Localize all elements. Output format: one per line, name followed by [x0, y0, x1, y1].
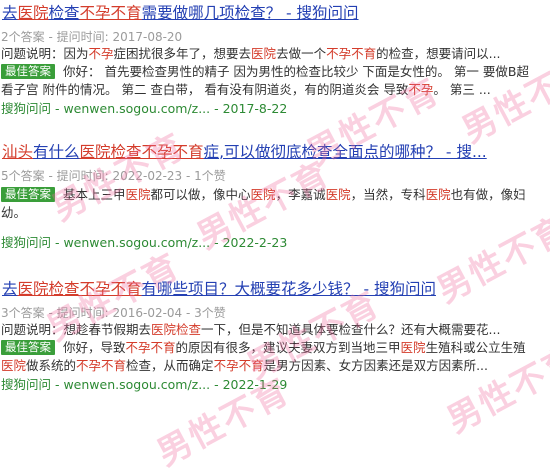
snippet-text: 检查，从而确定	[126, 358, 214, 373]
highlighted-keyword: 医院	[425, 187, 451, 202]
snippet-text: 基本上三甲	[63, 187, 126, 202]
highlighted-keyword: 医院	[17, 4, 49, 22]
result-item: 去医院检查不孕不育有哪些项目？大概要花多少钱？ - 搜狗问问 3个答案 - 提问…	[0, 276, 550, 436]
highlighted-keyword: 不孕不育	[79, 4, 142, 22]
snippet-text: 幼。	[1, 205, 27, 220]
snippet-text: 去做一个	[276, 46, 327, 61]
answer-text: 你好，导致不孕不育的原因有很多，建议夫妻双方到当地三甲医院生殖科或公立生殖	[63, 340, 526, 355]
title-text: ,可以做彻底检查全面点的哪种？ - 搜...	[219, 143, 487, 161]
title-text: 有哪些项目？大概要花多少钱？ - 搜狗问问	[141, 280, 436, 298]
snippet-text: 做系统的	[26, 358, 77, 373]
snippet-text: 问题说明：因为	[1, 46, 89, 61]
highlighted-keyword: 医院	[1, 358, 27, 373]
best-answer-line: 最佳答案 基本上三甲医院都可以做，像中心医院，李嘉诚医院，当然，专科医院也有做，像…	[0, 186, 550, 204]
highlighted-keyword: 医院	[325, 187, 351, 202]
best-answer-line: 最佳答案 你好，导致不孕不育的原因有很多，建议夫妻双方到当地三甲医院生殖科或公立生…	[0, 339, 550, 357]
snippet-text: 症困扰很多年了，想要去	[113, 46, 252, 61]
best-answer-badge: 最佳答案	[1, 64, 55, 79]
highlighted-keyword: 不孕不育	[76, 358, 127, 373]
best-answer-badge: 最佳答案	[1, 340, 55, 355]
highlighted-keyword: 医院检查不孕不育	[17, 280, 142, 298]
snippet-text: 的原因有很多，建议夫妻双方到当地三甲	[175, 340, 401, 355]
title-text: 去	[2, 280, 18, 298]
highlighted-keyword: 医院	[125, 187, 151, 202]
highlighted-keyword: 不孕	[408, 82, 434, 97]
answer-text-continued: 看子宫 附件的情况。 第二 查白带， 看有没有阴道炎，有的阴道炎会 导致不孕。 …	[0, 81, 550, 99]
snippet-text: 问题说明：想趁春节假期去	[1, 322, 152, 337]
snippet-text: 也有做，像妇	[450, 187, 526, 202]
highlighted-keyword: 医院	[400, 340, 426, 355]
question-description: 问题说明：想趁春节假期去医院检查一下，但是不知道具体要检查什么？还有大概需要花.…	[0, 321, 550, 339]
title-text: 需要做哪几项检查？ - 搜狗问问	[141, 4, 359, 22]
title-text: 有什么	[33, 143, 80, 161]
highlighted-keyword: 不孕不育	[326, 46, 377, 61]
result-title-link[interactable]: 去医院检查不孕不育需要做哪几项检查？ - 搜狗问问	[0, 0, 550, 23]
highlighted-keyword: 医院	[251, 46, 277, 61]
snippet-text: ，李嘉诚	[275, 187, 326, 202]
snippet-text: 看子宫 附件的情况。 第二 查白带， 看有没有阴道炎，有的阴道炎会 导致	[1, 82, 409, 97]
best-answer-badge: 最佳答案	[1, 187, 55, 202]
answer-text: 你好： 首先要检查男性的精子 因为男性的检查比较少 下面是女性的。 第一 要做B…	[63, 64, 529, 79]
result-source-link[interactable]: 搜狗问问 - wenwen.sogou.com/z... - 2022-1-29	[0, 376, 550, 394]
snippet-text: 的检查，想要请问以...	[376, 46, 501, 61]
result-item: 汕头有什么医院检查不孕不育症,可以做彻底检查全面点的哪种？ - 搜... 5个答…	[0, 139, 550, 276]
answer-text-continued: 幼。	[0, 204, 550, 222]
highlighted-keyword: 不孕不育	[213, 358, 264, 373]
result-meta: 5个答案 - 提问时间: 2022-02-23 - 1个赞	[1, 169, 226, 183]
snippet-text: 是男方因素、女方因素还是双方因素所...	[263, 358, 488, 373]
result-meta: 3个答案 - 提问时间: 2016-02-04 - 3个赞	[1, 306, 226, 320]
title-text: 去	[2, 4, 18, 22]
result-source-link[interactable]: 搜狗问问 - wenwen.sogou.com/z... - 2022-2-23	[0, 234, 550, 252]
snippet-text: 。 第三 ...	[433, 82, 491, 97]
snippet-text: 生殖科或公立生殖	[425, 340, 526, 355]
title-text: 检查	[48, 4, 80, 22]
search-results: 去医院检查不孕不育需要做哪几项检查？ - 搜狗问问 2个答案 - 提问时间: 2…	[0, 0, 550, 436]
highlighted-keyword: 汕头	[2, 143, 34, 161]
snippet-text: 你好，导致	[63, 340, 126, 355]
result-source-link[interactable]: 搜狗问问 - wenwen.sogou.com/z... - 2017-8-22	[0, 100, 550, 118]
title-text: 症	[203, 143, 220, 161]
highlighted-keyword: 医院检查	[151, 322, 202, 337]
highlighted-keyword: 不孕	[88, 46, 114, 61]
highlighted-keyword: 医院检查不孕不育	[79, 143, 204, 161]
result-title-link[interactable]: 去医院检查不孕不育有哪些项目？大概要花多少钱？ - 搜狗问问	[0, 276, 550, 299]
answer-text: 基本上三甲医院都可以做，像中心医院，李嘉诚医院，当然，专科医院也有做，像妇	[63, 187, 526, 202]
result-meta: 2个答案 - 提问时间: 2017-08-20	[1, 30, 183, 44]
question-description: 问题说明：因为不孕症困扰很多年了，想要去医院去做一个不孕不育的检查，想要请问以.…	[0, 45, 550, 63]
result-item: 去医院检查不孕不育需要做哪几项检查？ - 搜狗问问 2个答案 - 提问时间: 2…	[0, 0, 550, 139]
snippet-text: 都可以做，像中心	[150, 187, 251, 202]
best-answer-line: 最佳答案 你好： 首先要检查男性的精子 因为男性的检查比较少 下面是女性的。 第一…	[0, 63, 550, 81]
answer-text-continued: 医院做系统的不孕不育检查，从而确定不孕不育是男方因素、女方因素还是双方因素所..…	[0, 357, 550, 375]
highlighted-keyword: 医院	[250, 187, 276, 202]
result-title-link[interactable]: 汕头有什么医院检查不孕不育症,可以做彻底检查全面点的哪种？ - 搜...	[0, 139, 550, 162]
snippet-text: ，当然，专科	[350, 187, 426, 202]
highlighted-keyword: 不孕不育	[125, 340, 176, 355]
snippet-text: 一下，但是不知道具体要检查什么？还有大概需要花...	[201, 322, 501, 337]
snippet-text: 你好： 首先要检查男性的精子 因为男性的检查比较少 下面是女性的。 第一 要做B…	[63, 64, 529, 79]
